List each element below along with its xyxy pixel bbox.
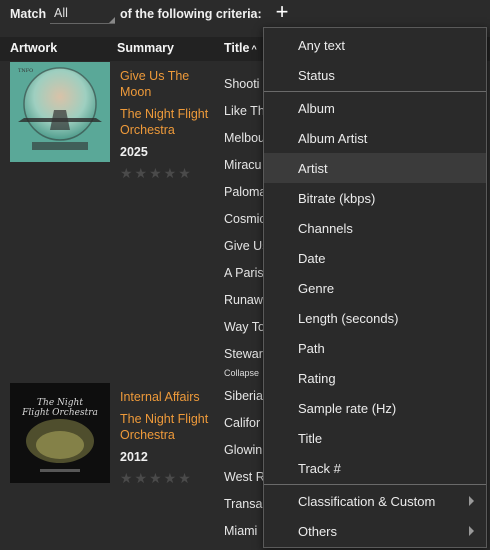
- track-title[interactable]: Give Us: [224, 239, 264, 253]
- menu-item-bitrate[interactable]: Bitrate (kbps): [264, 183, 486, 213]
- track-title[interactable]: Califor: [224, 416, 264, 430]
- track-title[interactable]: West R: [224, 470, 264, 484]
- menu-item-title[interactable]: Title: [264, 423, 486, 453]
- track-title[interactable]: Shooti: [224, 77, 264, 91]
- track-title[interactable]: A Paris: [224, 266, 264, 280]
- menu-item-path[interactable]: Path: [264, 333, 486, 363]
- criteria-label: of the following criteria:: [120, 7, 262, 21]
- column-header-title-label: Title: [224, 41, 250, 55]
- svg-text:TNFO: TNFO: [18, 68, 33, 74]
- svg-text:Flight Orchestra: Flight Orchestra: [21, 408, 98, 418]
- track-title[interactable]: Runaw: [224, 293, 264, 307]
- menu-item-status[interactable]: Status: [264, 60, 486, 90]
- column-header-summary[interactable]: Summary: [117, 41, 174, 55]
- column-header-artwork[interactable]: Artwork: [10, 41, 57, 55]
- menu-item-artist[interactable]: Artist: [264, 153, 486, 183]
- menu-item-track-number[interactable]: Track #: [264, 453, 486, 483]
- menu-item-genre[interactable]: Genre: [264, 273, 486, 303]
- criteria-field-menu: Any text Status Album Album Artist Artis…: [263, 27, 487, 548]
- album-year: 2025: [120, 145, 148, 159]
- rating-stars[interactable]: ★★★★★: [120, 470, 220, 487]
- dropdown-corner-icon: [109, 17, 115, 23]
- match-label: Match: [10, 7, 47, 21]
- chevron-right-icon: [469, 496, 474, 506]
- menu-item-others[interactable]: Others: [264, 516, 486, 546]
- collapse-link[interactable]: Collapse: [224, 368, 259, 378]
- add-criterion-button[interactable]: +: [272, 0, 292, 24]
- menu-item-album[interactable]: Album: [264, 93, 486, 123]
- menu-item-sample-rate[interactable]: Sample rate (Hz): [264, 393, 486, 423]
- match-select-value: All: [54, 6, 68, 20]
- sort-ascending-icon: ^: [251, 44, 257, 54]
- menu-item-length[interactable]: Length (seconds): [264, 303, 486, 333]
- criteria-bar: Match All of the following criteria: +: [0, 0, 490, 30]
- menu-item-rating[interactable]: Rating: [264, 363, 486, 393]
- track-title[interactable]: Siberia: [224, 389, 264, 403]
- album-summary: Internal Affairs The Night Flight Orches…: [120, 389, 220, 487]
- track-title[interactable]: Like Th: [224, 104, 264, 118]
- chevron-right-icon: [469, 526, 474, 536]
- track-title[interactable]: Way To: [224, 320, 264, 334]
- album-title[interactable]: Give Us The Moon: [120, 68, 220, 100]
- menu-item-classification-custom[interactable]: Classification & Custom: [264, 486, 486, 516]
- match-select[interactable]: All: [50, 5, 115, 24]
- track-title[interactable]: Transa: [224, 497, 264, 511]
- track-title[interactable]: Melbou: [224, 131, 264, 145]
- menu-item-album-artist[interactable]: Album Artist: [264, 123, 486, 153]
- track-title[interactable]: Miracu: [224, 158, 264, 172]
- album-summary: Give Us The Moon The Night Flight Orches…: [120, 68, 220, 182]
- menu-separator: [264, 91, 486, 92]
- album-artwork: The Night Flight Orchestra: [10, 383, 110, 483]
- svg-text:The Night: The Night: [37, 398, 83, 408]
- track-title[interactable]: Paloma: [224, 185, 264, 199]
- column-header-title[interactable]: Title ^: [224, 41, 257, 55]
- rating-stars[interactable]: ★★★★★: [120, 165, 220, 182]
- track-title[interactable]: Cosmic: [224, 212, 264, 226]
- menu-item-date[interactable]: Date: [264, 243, 486, 273]
- track-title[interactable]: Miami: [224, 524, 264, 538]
- album-artwork: TNFO: [10, 62, 110, 162]
- album-title[interactable]: Internal Affairs: [120, 389, 220, 405]
- menu-separator: [264, 484, 486, 485]
- menu-item-channels[interactable]: Channels: [264, 213, 486, 243]
- track-title[interactable]: Stewar: [224, 347, 264, 361]
- album-artist[interactable]: The Night Flight Orchestra: [120, 106, 220, 138]
- menu-item-any-text[interactable]: Any text: [264, 30, 486, 60]
- album-year: 2012: [120, 450, 148, 464]
- album-artist[interactable]: The Night Flight Orchestra: [120, 411, 220, 443]
- track-title[interactable]: Glowin: [224, 443, 264, 457]
- plus-icon: +: [275, 0, 289, 24]
